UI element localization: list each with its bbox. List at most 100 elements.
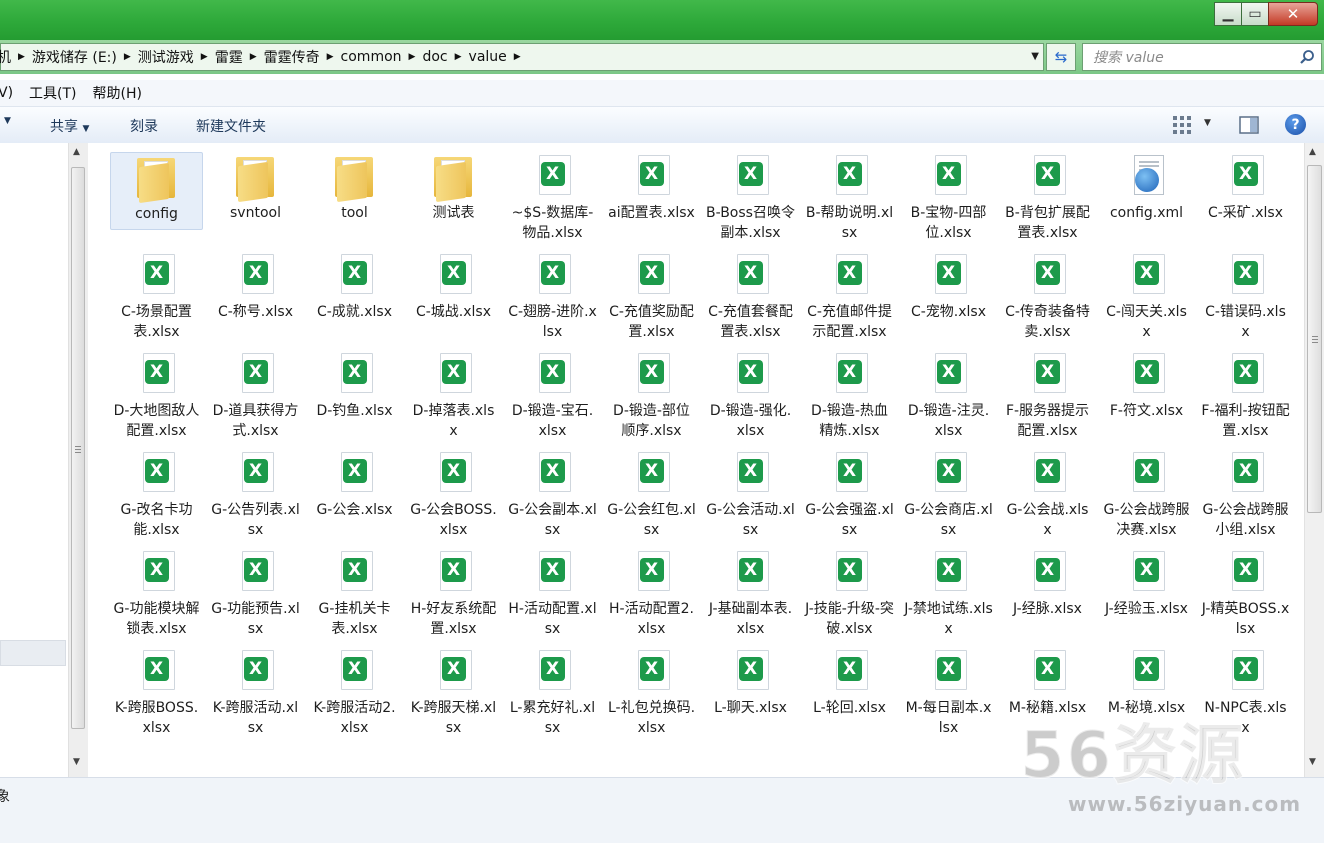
chevron-down-icon[interactable]: ▼ bbox=[4, 116, 11, 126]
new-folder-button[interactable]: 新建文件夹 bbox=[196, 116, 266, 136]
file-item[interactable]: X G-公会战跨服小组.xlsx bbox=[1199, 449, 1292, 540]
breadcrumb-chevron-icon[interactable]: ▶ bbox=[513, 52, 522, 62]
file-item[interactable]: X G-公会活动.xlsx bbox=[704, 449, 797, 540]
file-item[interactable]: X G-公会战跨服决赛.xlsx bbox=[1100, 449, 1193, 540]
share-button[interactable]: 共享 ▼ bbox=[50, 116, 89, 136]
scroll-up-icon[interactable]: ▲ bbox=[73, 147, 80, 157]
file-item[interactable]: X L-礼包兑换码.xlsx bbox=[605, 647, 698, 738]
scroll-down-icon[interactable]: ▼ bbox=[73, 757, 80, 767]
refresh-button[interactable]: ⇆ bbox=[1046, 43, 1076, 71]
file-item[interactable]: X C-场景配置表.xlsx bbox=[110, 251, 203, 342]
scroll-up-icon[interactable]: ▲ bbox=[1309, 147, 1316, 157]
nav-scroll-thumb[interactable] bbox=[71, 167, 85, 729]
file-item[interactable]: X C-充值奖励配置.xlsx bbox=[605, 251, 698, 342]
content-scrollbar[interactable]: ▲ ▼ bbox=[1304, 143, 1324, 777]
search-icon[interactable] bbox=[1299, 49, 1315, 65]
file-item[interactable]: X D-锻造-宝石.xlsx bbox=[506, 350, 599, 441]
breadcrumb-leiting[interactable]: 雷霆 bbox=[209, 47, 249, 67]
file-item[interactable]: X F-服务器提示配置.xlsx bbox=[1001, 350, 1094, 441]
file-item[interactable]: X H-活动配置2.xlsx bbox=[605, 548, 698, 639]
file-item[interactable]: X D-锻造-注灵.xlsx bbox=[902, 350, 995, 441]
file-item[interactable]: X D-锻造-强化.xlsx bbox=[704, 350, 797, 441]
breadcrumb-common[interactable]: common bbox=[335, 49, 408, 65]
file-item[interactable]: X C-充值邮件提示配置.xlsx bbox=[803, 251, 896, 342]
breadcrumb-chevron-icon[interactable]: ▶ bbox=[123, 52, 132, 62]
file-item[interactable]: X B-宝物-四部位.xlsx bbox=[902, 152, 995, 243]
file-item[interactable]: X F-福利-按钮配置.xlsx bbox=[1199, 350, 1292, 441]
preview-pane-icon[interactable] bbox=[1239, 116, 1259, 134]
breadcrumb-computer[interactable]: 机 bbox=[0, 47, 17, 67]
file-item[interactable]: X M-每日副本.xlsx bbox=[902, 647, 995, 738]
file-item[interactable]: X G-功能模块解锁表.xlsx bbox=[110, 548, 203, 639]
file-item[interactable]: X J-技能-升级-突破.xlsx bbox=[803, 548, 896, 639]
breadcrumb-chevron-icon[interactable]: ▶ bbox=[408, 52, 417, 62]
file-item[interactable]: X G-公会BOSS.xlsx bbox=[407, 449, 500, 540]
file-item[interactable]: X G-功能预告.xlsx bbox=[209, 548, 302, 639]
file-item[interactable]: X C-充值套餐配置表.xlsx bbox=[704, 251, 797, 342]
file-item[interactable]: Xai配置表.xlsx bbox=[605, 152, 698, 223]
address-dropdown-icon[interactable]: ▼ bbox=[1031, 51, 1039, 62]
breadcrumb-leiting-chuanqi[interactable]: 雷霆传奇 bbox=[258, 47, 326, 67]
nav-selected-item[interactable] bbox=[0, 640, 66, 666]
file-item[interactable]: X D-大地图敌人配置.xlsx bbox=[110, 350, 203, 441]
burn-button[interactable]: 刻录 bbox=[130, 116, 158, 136]
folder-item[interactable]: svntool bbox=[209, 152, 302, 223]
file-item[interactable]: X C-错误码.xlsx bbox=[1199, 251, 1292, 342]
file-item[interactable]: X G-公会红包.xlsx bbox=[605, 449, 698, 540]
file-item[interactable]: X H-活动配置.xlsx bbox=[506, 548, 599, 639]
file-item[interactable]: X K-跨服天梯.xlsx bbox=[407, 647, 500, 738]
folder-item[interactable]: config bbox=[110, 152, 203, 230]
file-item[interactable]: config.xml bbox=[1100, 152, 1193, 223]
file-list[interactable]: config svntool tool 测试表 X ~$S-数据库-物品.xlsx Xai配… bbox=[88, 143, 1304, 777]
file-item[interactable]: X C-成就.xlsx bbox=[308, 251, 401, 322]
file-item[interactable]: X B-帮助说明.xlsx bbox=[803, 152, 896, 243]
menu-help[interactable]: 帮助(H) bbox=[85, 83, 150, 103]
close-button[interactable]: ✕ bbox=[1268, 2, 1318, 26]
breadcrumb-doc[interactable]: doc bbox=[416, 49, 453, 65]
file-item[interactable]: X J-禁地试练.xlsx bbox=[902, 548, 995, 639]
breadcrumb-test-games[interactable]: 测试游戏 bbox=[132, 47, 200, 67]
breadcrumb-drive[interactable]: 游戏储存 (E:) bbox=[26, 47, 123, 67]
breadcrumb-chevron-icon[interactable]: ▶ bbox=[454, 52, 463, 62]
file-item[interactable]: X D-道具获得方式.xlsx bbox=[209, 350, 302, 441]
file-item[interactable]: X K-跨服活动2.xlsx bbox=[308, 647, 401, 738]
menu-view[interactable]: V) bbox=[0, 85, 21, 101]
file-item[interactable]: X D-锻造-部位顺序.xlsx bbox=[605, 350, 698, 441]
nav-scrollbar[interactable]: ▲ ▼ bbox=[68, 143, 88, 777]
file-item[interactable]: X C-传奇装备特卖.xlsx bbox=[1001, 251, 1094, 342]
file-item[interactable]: X L-轮回.xlsx bbox=[803, 647, 896, 718]
file-item[interactable]: X G-公会副本.xlsx bbox=[506, 449, 599, 540]
search-input[interactable] bbox=[1091, 48, 1295, 68]
breadcrumb-chevron-icon[interactable]: ▶ bbox=[326, 52, 335, 62]
file-item[interactable]: X M-秘籍.xlsx bbox=[1001, 647, 1094, 718]
file-item[interactable]: X J-经脉.xlsx bbox=[1001, 548, 1094, 619]
file-item[interactable]: X D-钓鱼.xlsx bbox=[308, 350, 401, 421]
breadcrumb-chevron-icon[interactable]: ▶ bbox=[200, 52, 209, 62]
view-options-icon[interactable] bbox=[1172, 115, 1192, 135]
content-scroll-thumb[interactable] bbox=[1307, 165, 1322, 513]
file-item[interactable]: X C-闯天关.xlsx bbox=[1100, 251, 1193, 342]
file-item[interactable]: X C-城战.xlsx bbox=[407, 251, 500, 322]
file-item[interactable]: X B-背包扩展配置表.xlsx bbox=[1001, 152, 1094, 243]
file-item[interactable]: X J-经验玉.xlsx bbox=[1100, 548, 1193, 619]
address-bar[interactable]: 机 ▶ 游戏储存 (E:) ▶ 测试游戏 ▶ 雷霆 ▶ 雷霆传奇 ▶ commo… bbox=[0, 43, 1044, 71]
file-item[interactable]: X H-好友系统配置.xlsx bbox=[407, 548, 500, 639]
file-item[interactable]: X C-称号.xlsx bbox=[209, 251, 302, 322]
maximize-button[interactable]: ▭ bbox=[1241, 2, 1269, 26]
file-item[interactable]: X G-公会.xlsx bbox=[308, 449, 401, 520]
file-item[interactable]: X J-基础副本表.xlsx bbox=[704, 548, 797, 639]
file-item[interactable]: X N-NPC表.xlsx bbox=[1199, 647, 1292, 738]
file-item[interactable]: X M-秘境.xlsx bbox=[1100, 647, 1193, 718]
folder-item[interactable]: 测试表 bbox=[407, 152, 500, 223]
search-box[interactable] bbox=[1082, 43, 1322, 71]
file-item[interactable]: X G-挂机关卡表.xlsx bbox=[308, 548, 401, 639]
file-item[interactable]: X D-锻造-热血精炼.xlsx bbox=[803, 350, 896, 441]
breadcrumb-chevron-icon[interactable]: ▶ bbox=[249, 52, 258, 62]
scroll-down-icon[interactable]: ▼ bbox=[1309, 757, 1316, 767]
file-item[interactable]: X D-掉落表.xlsx bbox=[407, 350, 500, 441]
file-item[interactable]: X B-Boss召唤令副本.xlsx bbox=[704, 152, 797, 243]
file-item[interactable]: X G-公会战.xlsx bbox=[1001, 449, 1094, 540]
file-item[interactable]: X F-符文.xlsx bbox=[1100, 350, 1193, 421]
breadcrumb-chevron-icon[interactable]: ▶ bbox=[17, 52, 26, 62]
file-item[interactable]: X C-采矿.xlsx bbox=[1199, 152, 1292, 223]
